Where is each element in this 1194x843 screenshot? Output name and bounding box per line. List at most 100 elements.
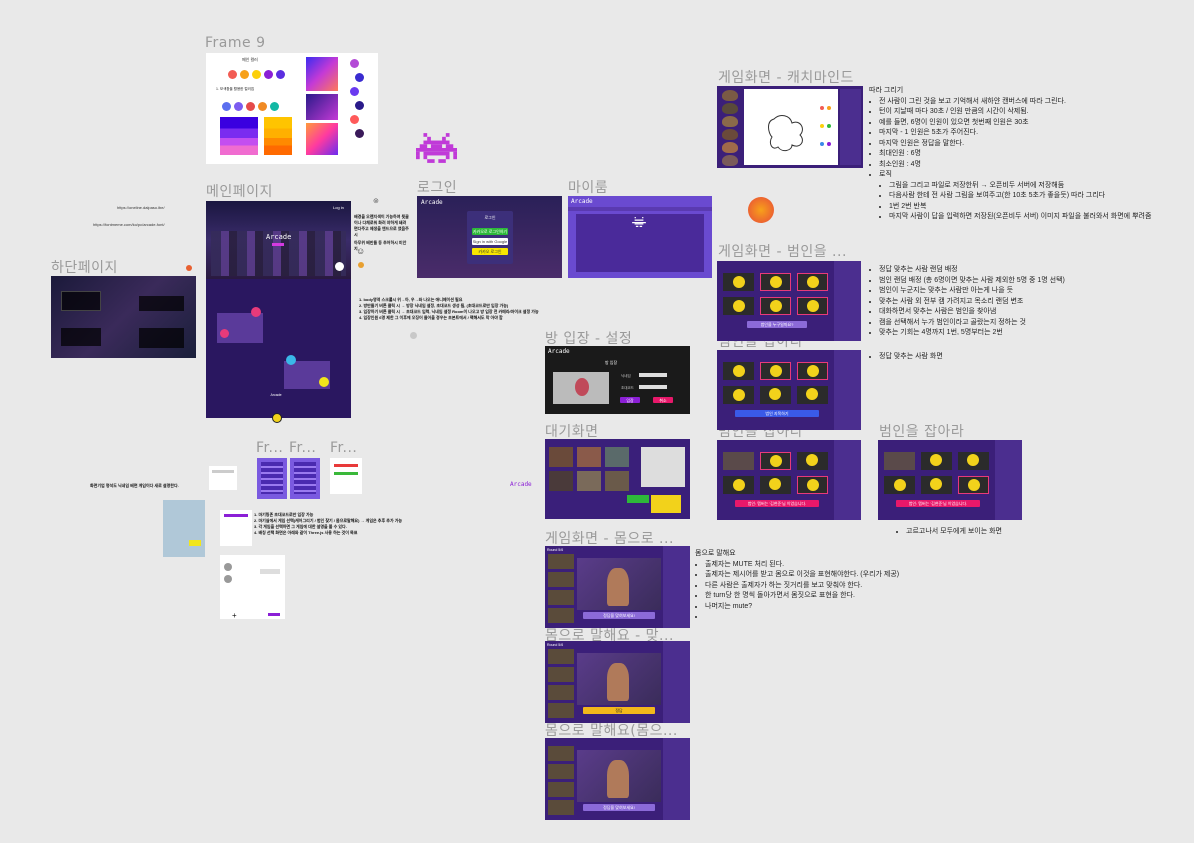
player-tile[interactable] (760, 273, 791, 291)
comment-icon[interactable]: ⊚ (373, 197, 379, 205)
player-thumb (548, 746, 574, 761)
send-button[interactable] (268, 613, 280, 616)
body-game-frame-2[interactable]: Round 5/6 정답 (545, 641, 690, 723)
color-chip[interactable] (820, 106, 824, 110)
player-tile[interactable] (723, 386, 754, 404)
culprit-frame-4[interactable]: 범인: 멤버는 '김현준'님 이었습니다. (878, 440, 1022, 520)
note-item: 전 사람이 그린 것을 보고 기억해서 새하얀 캔버스에 따라 그린다. (879, 97, 1189, 108)
note-line: 4. 입장인원 6명 제한 그 이후에 오징어 들어올 경우는 초본트에서 / … (359, 315, 503, 320)
player-tile[interactable] (723, 297, 754, 315)
player-tile[interactable] (884, 476, 915, 494)
player-tile[interactable] (797, 297, 828, 315)
enter-button[interactable]: 입장 (620, 397, 640, 403)
color-chip[interactable] (827, 106, 831, 110)
fire-icon (186, 265, 192, 271)
frame-title-login: 로그인 (417, 180, 458, 196)
small-frame-1[interactable] (257, 458, 287, 499)
pick-prompt[interactable]: 범인 지목하기 (735, 410, 819, 417)
player-thumb (548, 782, 574, 797)
color-chip[interactable] (820, 142, 824, 146)
hero-button[interactable] (272, 243, 284, 246)
bottom-left-note: 화면기업 명석도 닉네임 배면 게임이다 새로 설명한다. (90, 483, 179, 488)
small-frame-2[interactable] (290, 458, 320, 499)
culprit-frame-1[interactable]: 범인을 누구일까요? (717, 261, 861, 341)
culprit-frame-2[interactable]: 범인 지목하기 (717, 350, 861, 430)
color-chip (258, 102, 267, 111)
player-tile[interactable] (921, 452, 952, 470)
footer-frame[interactable] (51, 276, 196, 358)
drawing-canvas[interactable] (744, 89, 838, 165)
player-tile[interactable] (797, 452, 828, 470)
player-tile[interactable] (958, 476, 989, 494)
result-banner: 범인: 멤버는 '김현준'님 이었습니다. (896, 500, 980, 507)
color-picker[interactable] (820, 97, 834, 147)
color-chip (234, 102, 243, 111)
player-tile[interactable] (723, 273, 754, 291)
reference-link-1[interactable]: https://oneline.dalpaso.ibe/ (117, 205, 165, 210)
kakao-button[interactable]: 카카오 로그인 (472, 248, 508, 255)
gradient-card (306, 123, 338, 155)
user-avatar-icon[interactable]: ☺ (356, 246, 365, 256)
waiting-frame[interactable] (545, 439, 690, 519)
pink-orb (220, 329, 229, 338)
culprit-notes: 정답 맞추는 사람 랜덤 배정 범인 랜덤 배정 (총 6명이면 맞추는 사람 … (869, 265, 1189, 339)
player-tile[interactable] (797, 273, 828, 291)
phone-mockup-1[interactable] (163, 500, 205, 557)
player-tile[interactable] (797, 362, 828, 380)
color-chip[interactable] (820, 124, 824, 128)
footer-card (139, 296, 184, 311)
player-tile[interactable] (760, 362, 791, 380)
player-tile[interactable] (760, 452, 791, 470)
palette-frame[interactable]: 메인 컬러 1. 보색환을 활용한 컬러칩 (206, 53, 378, 164)
player-thumb (722, 103, 738, 114)
player-tile[interactable] (760, 386, 791, 404)
login-link[interactable]: Log in (333, 205, 344, 210)
invite-panel[interactable] (651, 495, 681, 513)
player-tile[interactable] (723, 362, 754, 380)
nickname-input[interactable] (639, 373, 667, 377)
result-banner: 범인: 멤버는 '김현준'님 이었습니다. (735, 500, 819, 507)
kakao-login-button[interactable]: 카카오로 로그인하기 (472, 228, 508, 235)
login-frame[interactable]: Arcade 로그인 카카오로 로그인하기 Sign in with Googl… (417, 196, 562, 278)
player-thumb (548, 703, 574, 718)
catchmind-frame[interactable] (717, 86, 863, 168)
emoji-icon (358, 262, 364, 268)
phone-mockup-2[interactable] (220, 510, 252, 546)
player-tile[interactable] (797, 476, 828, 494)
list-content (294, 462, 316, 494)
small-frame-3[interactable] (330, 458, 362, 494)
mypage-frame[interactable]: Arcade (568, 196, 712, 278)
main-page-frame[interactable]: Arcade Log in Arcade (206, 201, 351, 418)
player-tile[interactable] (723, 452, 754, 470)
color-chip[interactable] (827, 142, 831, 146)
note-item: 정답 맞추는 사람 랜덤 배정 (879, 265, 1189, 276)
list-content (261, 462, 283, 494)
phone-mockup-3[interactable]: + (220, 555, 285, 619)
player-tile[interactable] (921, 476, 952, 494)
player-tile[interactable] (958, 452, 989, 470)
body-game-frame-3[interactable]: 정답을 맞혀보세요! (545, 738, 690, 820)
player-tile[interactable] (760, 297, 791, 315)
code-input[interactable] (639, 385, 667, 389)
culprit-frame-3[interactable]: 범인: 멤버는 '김현준'님 이었습니다. (717, 440, 861, 520)
player-tile[interactable] (723, 476, 754, 494)
add-icon[interactable]: + (232, 611, 237, 619)
mini-card[interactable] (209, 466, 237, 490)
player-tile[interactable] (760, 476, 791, 494)
mypage-tabs[interactable] (568, 207, 712, 211)
cancel-button[interactable]: 취소 (653, 397, 673, 403)
frame-title-body3: 몸으로 말해요(몸으... (545, 723, 678, 739)
chat-icon[interactable] (335, 262, 344, 271)
reference-link-2[interactable]: https://fontmeme.com/ko/pc/arcade-font/ (93, 222, 165, 227)
body-game-frame-1[interactable]: Round 5/6 정답을 맞혀보세요! (545, 546, 690, 628)
player-tile[interactable] (797, 386, 828, 404)
player-tile[interactable] (884, 452, 915, 470)
room-frame[interactable]: Arcade 방 입장 닉네임 초대코드 입장 취소 (545, 346, 690, 414)
color-chip (270, 102, 279, 111)
color-chip[interactable] (827, 124, 831, 128)
note-item: 다른 사람은 출제자가 하는 짓거리를 보고 맞춰야 한다. (705, 581, 995, 592)
blue-orb (286, 355, 296, 365)
google-login-button[interactable]: Sign in with Google (472, 238, 508, 245)
start-button[interactable] (627, 495, 649, 503)
game-select-panel[interactable] (641, 447, 685, 487)
